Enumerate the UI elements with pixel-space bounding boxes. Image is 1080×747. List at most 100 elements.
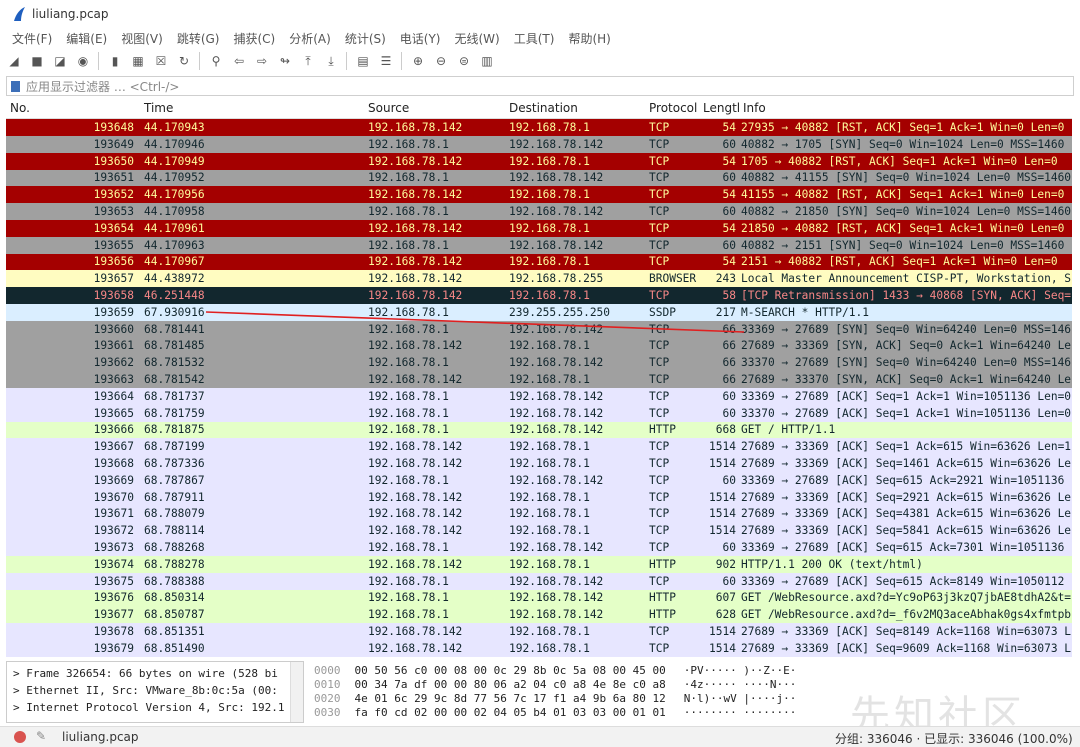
packet-row[interactable]: 193672 68.788114 192.168.78.142 192.168.78.… (6, 522, 1072, 540)
save-file-icon[interactable]: ▦ (129, 52, 147, 70)
hex-line[interactable]: 0030 fa f0 cd 02 00 00 02 04 05 b4 01 03 … (314, 706, 796, 719)
shark-fin-start-icon[interactable]: ◢ (5, 52, 23, 70)
menu-item-0[interactable]: 文件(F) (12, 30, 52, 47)
first-packet-icon[interactable]: ⤒ (299, 52, 317, 70)
hex-line[interactable]: 0000 00 50 56 c0 00 08 00 0c 29 8b 0c 5a … (314, 664, 796, 677)
packet-no: 193662 (93, 356, 134, 370)
packet-row[interactable]: 193671 68.788079 192.168.78.142 192.168.78.… (6, 505, 1072, 523)
reload-icon[interactable]: ↻ (175, 52, 193, 70)
expert-info-icon[interactable] (14, 731, 26, 743)
menu-item-9[interactable]: 工具(T) (514, 30, 555, 47)
packet-row[interactable]: 193648 44.170943 192.168.78.142 192.168.78.… (6, 119, 1072, 136)
resize-columns-icon[interactable]: ▥ (478, 52, 496, 70)
expand-arrow-icon[interactable]: > (13, 667, 26, 680)
display-filter-bar[interactable]: 应用显示过滤器 … <Ctrl-/> (6, 76, 1074, 96)
column-length[interactable]: Lengtl (703, 101, 740, 115)
packet-row[interactable]: 193668 68.787336 192.168.78.142 192.168.78.… (6, 455, 1072, 472)
packet-row[interactable]: 193651 44.170952 192.168.78.1 192.168.78.14… (6, 169, 1072, 187)
zoom-out-icon[interactable]: ⊖ (432, 52, 450, 70)
packet-length: 54 (722, 221, 736, 235)
packet-no: 193660 (93, 322, 134, 336)
detail-tree-item[interactable]: > Ethernet II, Src: VMware_8b:0c:5a (00: (13, 684, 278, 697)
normal-size-icon[interactable]: ⊜ (455, 52, 473, 70)
packet-row[interactable]: 193667 68.787199 192.168.78.142 192.168.78.… (6, 438, 1072, 456)
open-file-icon[interactable]: ▮ (106, 52, 124, 70)
menu-item-3[interactable]: 跳转(G) (177, 30, 220, 47)
packet-row[interactable]: 193659 67.930916 192.168.78.1 239.255.255.2… (6, 303, 1072, 321)
packet-row[interactable]: 193679 68.851490 192.168.78.142 192.168.78.… (6, 639, 1072, 657)
expand-arrow-icon[interactable]: > (13, 701, 26, 714)
packet-destination: 192.168.78.142 (509, 574, 604, 588)
bookmark-icon[interactable] (11, 80, 20, 92)
packet-row[interactable]: 193663 68.781542 192.168.78.142 192.168.78.… (6, 371, 1072, 388)
packet-row[interactable]: 193678 68.851351 192.168.78.142 192.168.78.… (6, 623, 1072, 640)
packet-row[interactable]: 193665 68.781759 192.168.78.1 192.168.78.14… (6, 404, 1072, 422)
menu-item-10[interactable]: 帮助(H) (568, 30, 610, 47)
find-packet-icon[interactable]: ⚲ (207, 52, 225, 70)
packet-details-pane[interactable]: > Internet Protocol Version 4, Src: 192.… (6, 661, 304, 723)
packet-row[interactable]: 193657 44.438972 192.168.78.142 192.168.78.… (6, 270, 1072, 288)
menu-item-7[interactable]: 电话(Y) (400, 30, 441, 47)
packet-row[interactable]: 193673 68.788268 192.168.78.1 192.168.78.14… (6, 539, 1072, 556)
colorize-icon[interactable]: ☰ (377, 52, 395, 70)
packet-time: 44.438972 (144, 272, 205, 286)
column-info[interactable]: Info (743, 101, 766, 115)
packet-row[interactable]: 193666 68.781875 192.168.78.1 192.168.78.14… (6, 421, 1072, 439)
menu-item-1[interactable]: 编辑(E) (66, 30, 107, 47)
last-packet-icon[interactable]: ⤓ (322, 52, 340, 70)
column-time[interactable]: Time (144, 101, 173, 115)
detail-tree-item[interactable]: > Frame 326654: 66 bytes on wire (528 bi (13, 667, 278, 680)
detail-tree-item[interactable]: > Internet Protocol Version 4, Src: 192.… (13, 701, 285, 714)
packet-destination: 192.168.78.142 (509, 541, 604, 554)
go-to-packet-icon[interactable]: ↬ (276, 52, 294, 70)
restart-capture-icon[interactable]: ◪ (51, 52, 69, 70)
hex-line[interactable]: 0020 4e 01 6c 29 9c 8d 77 56 7c 17 f1 a4 … (314, 692, 796, 705)
packet-protocol: TCP (649, 574, 670, 588)
packet-row[interactable]: 193655 44.170963 192.168.78.1 192.168.78.14… (6, 236, 1072, 254)
capture-comment-icon[interactable]: ✎ (36, 729, 46, 743)
packet-row[interactable]: 193670 68.787911 192.168.78.142 192.168.78.… (6, 488, 1072, 506)
zoom-in-icon[interactable]: ⊕ (409, 52, 427, 70)
capture-options-icon[interactable]: ◉ (74, 52, 92, 70)
hex-line[interactable]: 0010 00 34 7a df 00 00 80 06 a2 04 c0 a8 … (314, 678, 796, 691)
packet-row[interactable]: 193654 44.170961 192.168.78.142 192.168.78.… (6, 219, 1072, 237)
autoscroll-icon[interactable]: ▤ (354, 52, 372, 70)
packet-row[interactable]: 193662 68.781532 192.168.78.1 192.168.78.14… (6, 354, 1072, 372)
menu-item-5[interactable]: 分析(A) (289, 30, 331, 47)
go-back-icon[interactable]: ⇦ (230, 52, 248, 70)
menu-item-8[interactable]: 无线(W) (455, 30, 500, 47)
column-no[interactable]: No. (10, 101, 30, 115)
menu-item-4[interactable]: 捕获(C) (233, 30, 275, 47)
packet-row[interactable]: 193650 44.170949 192.168.78.142 192.168.78.… (6, 152, 1072, 170)
column-destination[interactable]: Destination (509, 101, 578, 115)
packet-row[interactable]: 193649 44.170946 192.168.78.1 192.168.78.14… (6, 135, 1072, 153)
packet-row[interactable]: 193669 68.787867 192.168.78.1 192.168.78.14… (6, 471, 1072, 489)
packet-row[interactable]: 193677 68.850787 192.168.78.1 192.168.78.14… (6, 606, 1072, 624)
packet-row[interactable]: 193660 68.781441 192.168.78.1 192.168.78.14… (6, 320, 1072, 338)
packet-protocol: TCP (649, 625, 670, 638)
packet-row[interactable]: 193656 44.170967 192.168.78.142 192.168.78.… (6, 253, 1072, 271)
packet-row[interactable]: 193658 46.251448 192.168.78.142 192.168.78.… (6, 287, 1072, 304)
display-filter-input[interactable]: 应用显示过滤器 … <Ctrl-/> (26, 78, 179, 95)
expand-arrow-icon[interactable]: > (13, 684, 26, 697)
details-scrollbar[interactable] (290, 662, 303, 722)
menu-item-6[interactable]: 统计(S) (345, 30, 386, 47)
packet-row[interactable]: 193652 44.170956 192.168.78.142 192.168.78.… (6, 186, 1072, 204)
packet-time: 68.851351 (144, 625, 205, 638)
stop-capture-icon[interactable]: ■ (28, 52, 46, 70)
menu-item-2[interactable]: 视图(V) (121, 30, 163, 47)
go-forward-icon[interactable]: ⇨ (253, 52, 271, 70)
packet-row[interactable]: 193653 44.170958 192.168.78.1 192.168.78.14… (6, 203, 1072, 220)
packet-row[interactable]: 193664 68.781737 192.168.78.1 192.168.78.14… (6, 387, 1072, 405)
packet-protocol: TCP (649, 524, 670, 538)
packet-row[interactable]: 193661 68.781485 192.168.78.142 192.168.78.… (6, 337, 1072, 355)
packet-row[interactable]: 193674 68.788278 192.168.78.142 192.168.78.… (6, 555, 1072, 573)
column-protocol[interactable]: Protocol (649, 101, 697, 115)
packet-destination: 192.168.78.1 (509, 154, 590, 168)
packet-time: 68.781532 (144, 356, 205, 370)
packet-row[interactable]: 193675 68.788388 192.168.78.1 192.168.78.14… (6, 572, 1072, 590)
packet-row[interactable]: 193676 68.850314 192.168.78.1 192.168.78.14… (6, 589, 1072, 607)
column-source[interactable]: Source (368, 101, 409, 115)
packet-list[interactable]: 193679 68.851490 192.168.78.142 192.168.78.… (6, 119, 1072, 657)
close-file-icon[interactable]: ☒ (152, 52, 170, 70)
